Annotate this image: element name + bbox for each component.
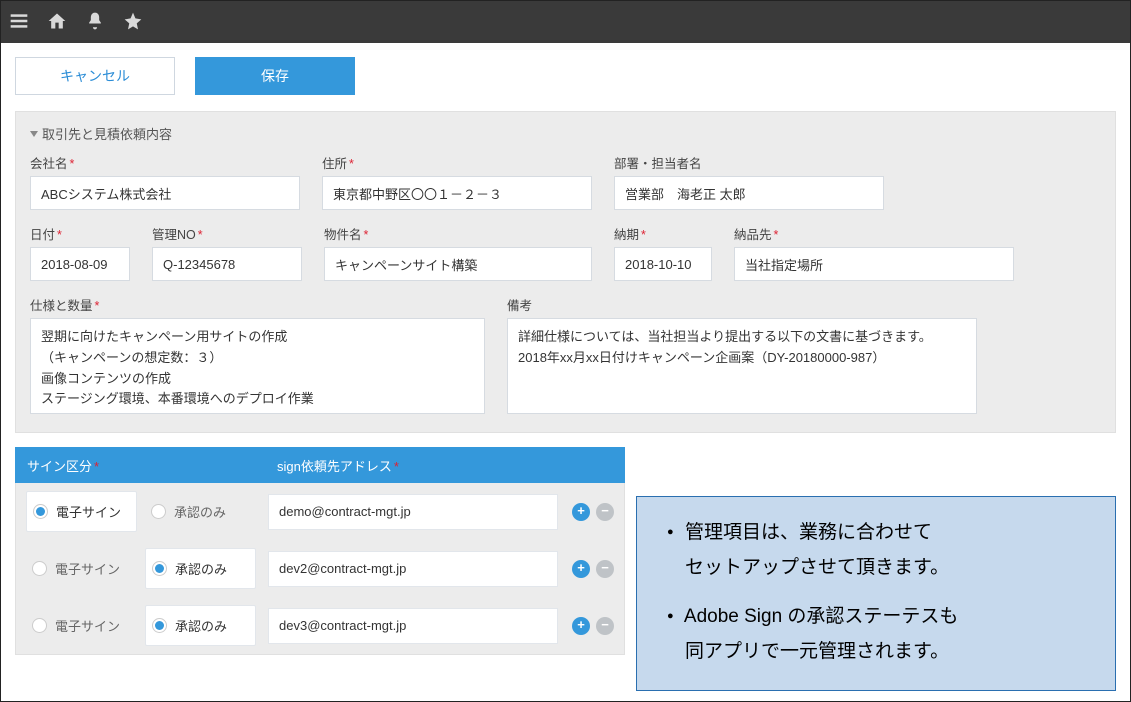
radio-label: 電子サイン bbox=[55, 616, 120, 635]
radio-esign[interactable]: 電子サイン bbox=[26, 549, 137, 588]
radio-dot-icon bbox=[151, 504, 166, 519]
radio-label: 承認のみ bbox=[175, 559, 227, 578]
add-row-icon[interactable]: + bbox=[572, 617, 590, 635]
date-input[interactable] bbox=[30, 247, 130, 281]
radio-dot-icon bbox=[33, 504, 48, 519]
menu-icon[interactable] bbox=[9, 11, 29, 34]
add-row-icon[interactable]: + bbox=[572, 503, 590, 521]
radio-dot-icon bbox=[152, 618, 167, 633]
address-label: 住所* bbox=[322, 153, 592, 172]
radio-approve-only[interactable]: 承認のみ bbox=[145, 605, 256, 646]
contact-input[interactable] bbox=[614, 176, 884, 210]
radio-esign[interactable]: 電子サイン bbox=[26, 491, 137, 532]
row-action-icons: +− bbox=[572, 503, 614, 521]
radio-approve-only[interactable]: 承認のみ bbox=[145, 492, 256, 531]
sign-address-input[interactable] bbox=[268, 494, 558, 530]
cancel-button[interactable]: キャンセル bbox=[15, 57, 175, 95]
sign-row: 電子サイン 承認のみ +− bbox=[16, 597, 624, 654]
star-icon[interactable] bbox=[123, 11, 143, 34]
due-label: 納期* bbox=[614, 224, 712, 243]
row-action-icons: +− bbox=[572, 560, 614, 578]
due-input[interactable] bbox=[614, 247, 712, 281]
add-row-icon[interactable]: + bbox=[572, 560, 590, 578]
contact-label: 部署・担当者名 bbox=[614, 153, 884, 172]
row-action-icons: +− bbox=[572, 617, 614, 635]
radio-label: 電子サイン bbox=[56, 502, 121, 521]
remove-row-icon[interactable]: − bbox=[596, 617, 614, 635]
info-callout: 管理項目は、業務に合わせて セットアップさせて頂きます。 Adobe Sign … bbox=[636, 496, 1116, 691]
remove-row-icon[interactable]: − bbox=[596, 560, 614, 578]
quote-request-panel: 取引先と見積依頼内容 会社名* 住所* 部署・担当者名 bbox=[15, 111, 1116, 433]
company-input[interactable] bbox=[30, 176, 300, 210]
radio-dot-icon bbox=[32, 561, 47, 576]
notes-textarea[interactable]: 詳細仕様については、当社担当より提出する以下の文書に基づきます。 2018年xx… bbox=[507, 318, 977, 414]
sign-address-input[interactable] bbox=[268, 608, 558, 644]
section-title-text: 取引先と見積依頼内容 bbox=[42, 124, 172, 143]
radio-dot-icon bbox=[152, 561, 167, 576]
notes-label: 備考 bbox=[507, 295, 977, 314]
callout-item-2: Adobe Sign の承認ステーテスも 同アプリで一元管理されます。 bbox=[667, 599, 1093, 669]
subject-label: 物件名* bbox=[324, 224, 592, 243]
radio-label: 電子サイン bbox=[55, 559, 120, 578]
mgmt-no-label: 管理NO* bbox=[152, 224, 302, 243]
radio-esign[interactable]: 電子サイン bbox=[26, 606, 137, 645]
sign-address-header: sign依頼先アドレス bbox=[277, 459, 392, 474]
section-header[interactable]: 取引先と見積依頼内容 bbox=[30, 124, 1101, 143]
radio-dot-icon bbox=[32, 618, 47, 633]
radio-label: 承認のみ bbox=[175, 616, 227, 635]
app-top-bar bbox=[1, 1, 1130, 43]
sign-type-header: サイン区分 bbox=[27, 459, 92, 474]
save-button[interactable]: 保存 bbox=[195, 57, 355, 95]
sign-table: サイン区分* sign依頼先アドレス* 電子サイン承認のみ+−電子サイン承認のみ… bbox=[15, 447, 625, 655]
radio-approve-only[interactable]: 承認のみ bbox=[145, 548, 256, 589]
shipto-input[interactable] bbox=[734, 247, 1014, 281]
subject-input[interactable] bbox=[324, 247, 592, 281]
shipto-label: 納品先* bbox=[734, 224, 1014, 243]
sign-address-input[interactable] bbox=[268, 551, 558, 587]
action-button-row: キャンセル 保存 bbox=[1, 43, 1130, 97]
sign-row: 電子サイン 承認のみ +− bbox=[16, 483, 624, 540]
chevron-down-icon bbox=[30, 131, 38, 137]
date-label: 日付* bbox=[30, 224, 130, 243]
spec-label: 仕様と数量* bbox=[30, 295, 485, 314]
bell-icon[interactable] bbox=[85, 11, 105, 34]
company-label: 会社名* bbox=[30, 153, 300, 172]
remove-row-icon[interactable]: − bbox=[596, 503, 614, 521]
mgmt-no-input[interactable] bbox=[152, 247, 302, 281]
sign-row: 電子サイン 承認のみ +− bbox=[16, 540, 624, 597]
address-input[interactable] bbox=[322, 176, 592, 210]
spec-textarea[interactable]: 翌期に向けたキャンペーン用サイトの作成 （キャンペーンの想定数：３） 画像コンテ… bbox=[30, 318, 485, 414]
home-icon[interactable] bbox=[47, 11, 67, 34]
callout-item-1: 管理項目は、業務に合わせて セットアップさせて頂きます。 bbox=[667, 515, 1093, 585]
radio-label: 承認のみ bbox=[174, 502, 226, 521]
sign-table-header: サイン区分* sign依頼先アドレス* bbox=[15, 447, 625, 483]
